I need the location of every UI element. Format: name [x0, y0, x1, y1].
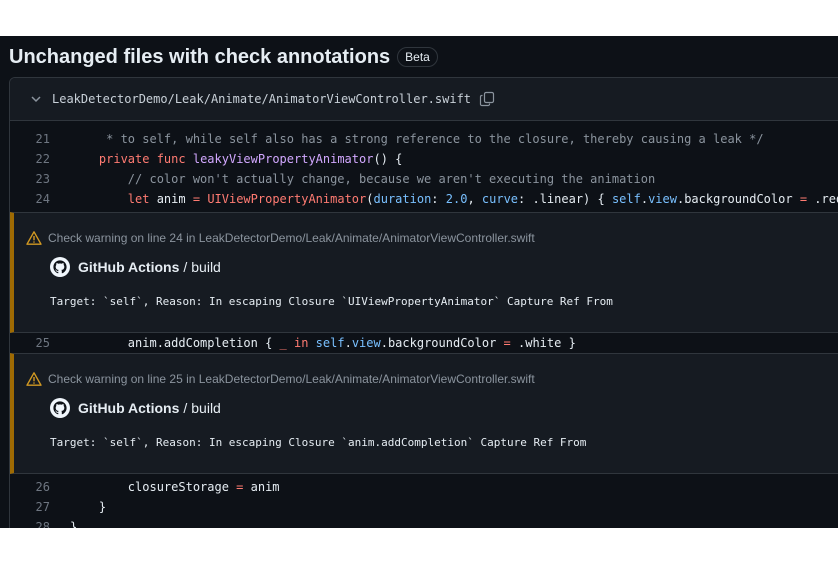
code-line-24: 24 let anim = UIViewPropertyAnimator(dur…: [10, 189, 838, 209]
annotation-warning-text: Check warning on line 25 in LeakDetector…: [48, 372, 535, 386]
code-line-22: 22 private func leakyViewPropertyAnimato…: [10, 149, 838, 169]
annotation-source: GitHub Actions / build: [14, 397, 838, 419]
annotation-warning: Check warning on line 24 in LeakDetector…: [14, 213, 838, 247]
code-text: private func leakyViewPropertyAnimator()…: [98, 152, 403, 166]
file-header: LeakDetectorDemo/Leak/Animate/AnimatorVi…: [10, 78, 838, 121]
code-line-28: 28 }: [10, 517, 838, 528]
annotation-source-name[interactable]: GitHub Actions: [78, 259, 179, 275]
line-number: 27: [35, 500, 50, 514]
annotation-source-separator: /: [183, 259, 188, 275]
annotation-message: Target: `self`, Reason: In escaping Clos…: [50, 436, 587, 449]
annotations-panel: Unchanged files with check annotations B…: [0, 36, 838, 528]
code-line-25: 25 anim.addCompletion { _ in self.view.b…: [10, 333, 838, 353]
code-line-27: 27 }: [10, 497, 838, 517]
code-text: let anim = UIViewPropertyAnimator(durati…: [127, 192, 838, 206]
file-box: LeakDetectorDemo/Leak/Animate/AnimatorVi…: [9, 77, 838, 528]
code-line-23: 23 // color won't actually change, becau…: [10, 169, 838, 189]
file-path[interactable]: LeakDetectorDemo/Leak/Animate/AnimatorVi…: [52, 92, 471, 106]
check-annotation: Check warning on line 24 in LeakDetector…: [10, 212, 838, 333]
code-line-21: 21 * to self, while self also has a stro…: [10, 129, 838, 149]
code-text: }: [70, 500, 107, 514]
line-number: 23: [35, 172, 50, 186]
line-number: 26: [35, 480, 50, 494]
annotation-warning: Check warning on line 25 in LeakDetector…: [14, 354, 838, 388]
section-heading: Unchanged files with check annotations B…: [9, 44, 438, 70]
annotation-message: Target: `self`, Reason: In escaping Clos…: [50, 295, 613, 308]
annotation-source-name[interactable]: GitHub Actions: [78, 400, 179, 416]
copy-icon[interactable]: [479, 91, 495, 107]
line-number: 25: [35, 336, 50, 350]
annotation-job-name[interactable]: build: [191, 400, 221, 416]
section-title: Unchanged files with check annotations: [9, 45, 391, 68]
alert-triangle-icon: [26, 371, 42, 387]
annotation-source: GitHub Actions / build: [14, 256, 838, 278]
code-text: }: [70, 520, 78, 528]
annotation-warning-text: Check warning on line 24 in LeakDetector…: [48, 231, 535, 245]
code-text: * to self, while self also has a strong …: [70, 132, 764, 146]
line-number: 24: [35, 192, 50, 206]
alert-triangle-icon: [26, 230, 42, 246]
code-text: closureStorage = anim: [70, 480, 280, 494]
github-mark-icon: [50, 257, 70, 277]
beta-badge: Beta: [397, 47, 438, 67]
annotation-source-separator: /: [183, 400, 188, 416]
code-text: anim.addCompletion { _ in self.view.back…: [70, 336, 576, 350]
line-number: 28: [35, 520, 50, 528]
check-annotation: Check warning on line 25 in LeakDetector…: [10, 353, 838, 474]
line-number: 22: [35, 152, 50, 166]
annotation-job-name[interactable]: build: [191, 259, 221, 275]
line-number: 21: [35, 132, 50, 146]
code-line-26: 26 closureStorage = anim: [10, 477, 838, 497]
chevron-down-icon[interactable]: [30, 93, 42, 105]
code-text: // color won't actually change, because …: [127, 172, 656, 186]
github-mark-icon: [50, 398, 70, 418]
